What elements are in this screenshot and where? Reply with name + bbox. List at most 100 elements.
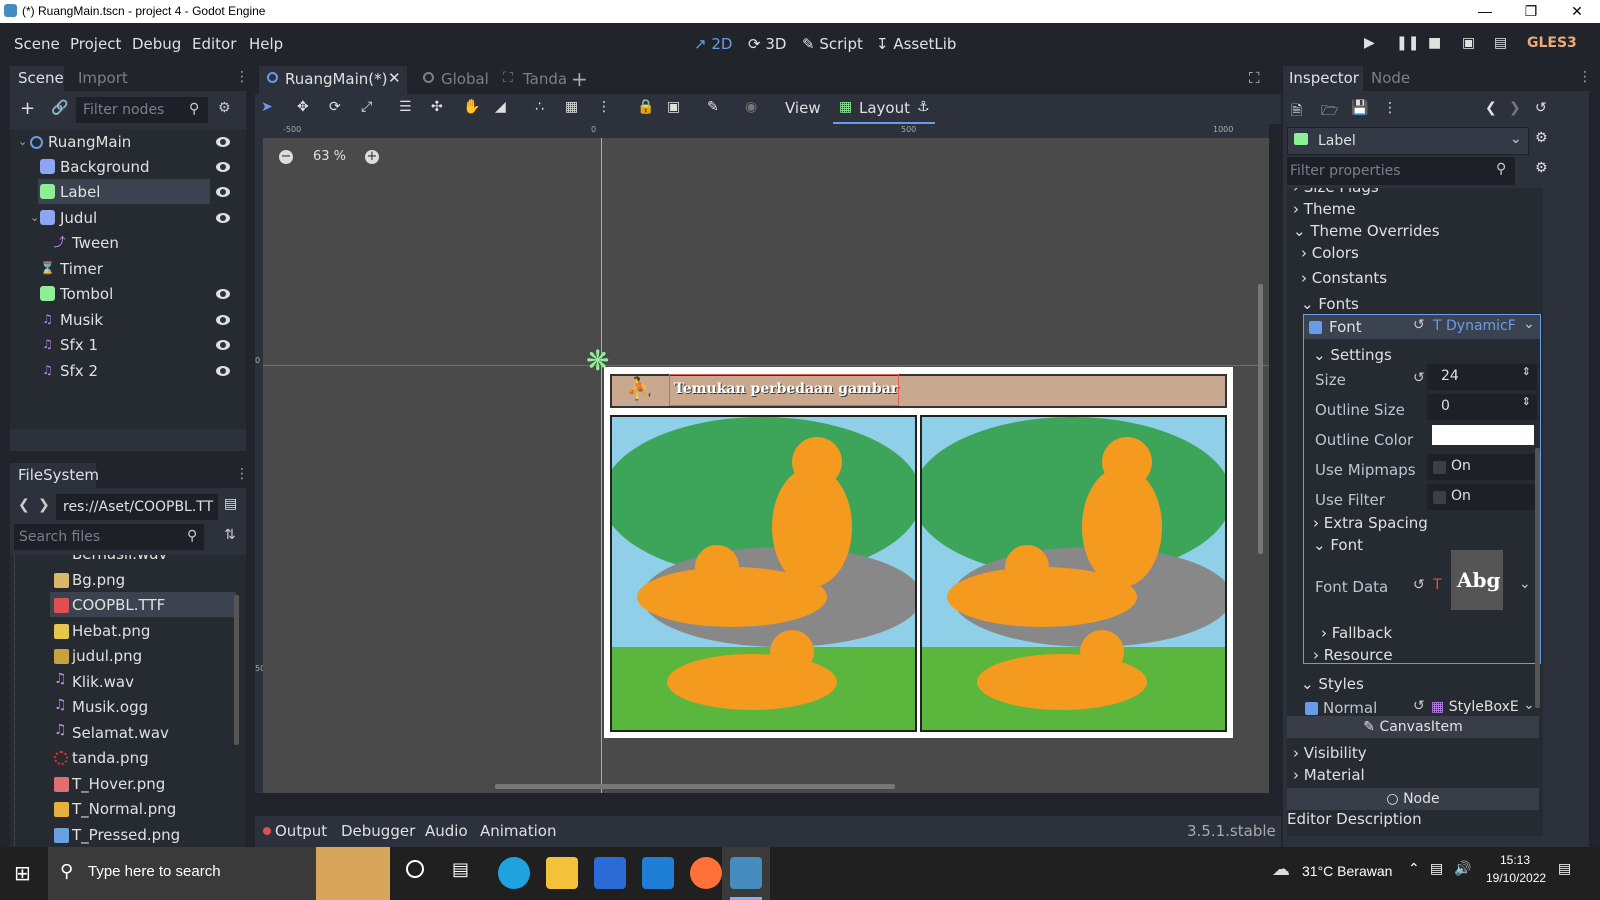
tree-node-musik[interactable]: ♫ Musik [10, 307, 240, 333]
tab-global[interactable]: Global [441, 70, 489, 88]
open-folder-icon[interactable]: 🗁 [1321, 100, 1338, 124]
play-scene-icon[interactable]: ▣ [1462, 35, 1475, 51]
section-theme[interactable]: › Theme [1293, 200, 1356, 218]
godot-taskbar-icon[interactable] [730, 857, 762, 889]
save-icon[interactable]: 💾 [1351, 100, 1368, 116]
object-settings-icon[interactable]: ⚙ [1535, 130, 1548, 146]
section-size-flags[interactable]: › Size Flags [1293, 188, 1379, 196]
taskbar-search-box[interactable]: ⚲ Type here to search [48, 847, 390, 900]
section-fallback[interactable]: › Fallback [1321, 624, 1392, 642]
visibility-eye-icon[interactable] [216, 213, 230, 223]
maximize-button[interactable]: ❐ [1508, 0, 1554, 23]
workspace-2d-button[interactable]: ↗ 2D [694, 35, 732, 53]
object-selector[interactable]: Label ⌄ [1287, 127, 1529, 155]
visibility-eye-icon[interactable] [216, 137, 230, 147]
search-files-input[interactable]: Search files ⚲ [14, 524, 204, 550]
tree-node-sfx2[interactable]: ♫ Sfx 2 [10, 358, 240, 384]
task-view-icon[interactable]: ▤ [452, 859, 469, 880]
dock-menu-icon[interactable]: ⋮ [1578, 69, 1592, 85]
visibility-eye-icon[interactable] [216, 162, 230, 172]
dock-menu-icon[interactable]: ⋮ [235, 69, 249, 85]
font-data-preview[interactable]: Abg [1451, 550, 1503, 610]
file-item[interactable]: Bg.png [72, 567, 246, 593]
more-icon[interactable]: ⋮ [1383, 100, 1397, 116]
store-icon[interactable] [594, 857, 626, 889]
section-constants[interactable]: › Constants [1301, 269, 1387, 287]
tree-node-sfx1[interactable]: ♫ Sfx 1 [10, 332, 240, 358]
pivot-tool-icon[interactable]: ✣ [431, 99, 443, 115]
use-mipmaps-toggle[interactable]: On [1427, 454, 1537, 480]
split-view-icon[interactable]: ▤ [224, 496, 237, 512]
file-item[interactable]: Musik.ogg [72, 694, 246, 720]
section-font[interactable]: ⌄ Font [1313, 536, 1363, 554]
lock-icon[interactable]: 🔒 [637, 99, 654, 115]
renderer-select[interactable]: GLES3 [1527, 35, 1577, 51]
scale-tool-icon[interactable]: ⤢ [361, 99, 372, 115]
tree-node-tween[interactable]: ⤴ Tween [10, 230, 240, 256]
chevron-down-icon[interactable]: ⌄ [1523, 316, 1535, 332]
workspace-script-button[interactable]: ✎ Script [802, 35, 863, 53]
font-override-checkbox[interactable] [1309, 321, 1322, 334]
clock-date[interactable]: 19/10/2022 [1486, 871, 1546, 885]
zoom-level[interactable]: 63 % [313, 149, 346, 164]
menu-project[interactable]: Project [70, 35, 121, 53]
tree-node-background[interactable]: Background [10, 154, 240, 180]
category-canvasitem[interactable]: ✎ CanvasItem [1287, 716, 1539, 738]
file-item[interactable]: tanda.png [72, 745, 246, 771]
select-tool-icon[interactable]: ➤ [261, 99, 273, 115]
tree-node-ruangmain[interactable]: ⌄ RuangMain [10, 129, 240, 155]
file-item[interactable]: judul.png [72, 643, 246, 669]
close-tab-icon[interactable]: ✕ [388, 69, 401, 87]
file-item[interactable]: T_Pressed.png [72, 822, 246, 848]
forward-icon[interactable]: ❯ [38, 497, 50, 513]
chevron-down-icon[interactable]: ⌄ [1523, 697, 1535, 713]
link-icon[interactable]: 🔗 [51, 100, 68, 116]
tab-debugger[interactable]: Debugger [341, 822, 415, 840]
ruler-tool-icon[interactable]: ◢ [495, 99, 506, 115]
snap-options-icon[interactable]: ⋮ [597, 99, 611, 115]
history-forward-icon[interactable]: ❯ [1509, 100, 1521, 116]
group-icon[interactable]: ▣ [667, 99, 680, 115]
view-menu[interactable]: View [785, 99, 821, 117]
instance-scene-icon[interactable]: ⚙ [218, 100, 231, 116]
section-fonts[interactable]: ⌄ Fonts [1301, 295, 1359, 313]
stylebox-picker[interactable]: ▦ StyleBoxE [1431, 699, 1519, 715]
add-tab-icon[interactable]: + [571, 67, 588, 91]
history-icon[interactable]: ↺ [1535, 100, 1547, 116]
scrollbar[interactable] [1535, 448, 1540, 708]
file-item[interactable]: T_Normal.png [72, 796, 246, 822]
weather-text[interactable]: 31°C Berawan [1302, 863, 1392, 879]
history-back-icon[interactable]: ❮ [1485, 100, 1497, 116]
font-resource-picker[interactable]: T DynamicF [1433, 318, 1516, 334]
fullscreen-icon[interactable]: ⛶ [1249, 69, 1260, 87]
tab-output[interactable]: Output [275, 822, 327, 840]
tab-animation[interactable]: Animation [480, 822, 556, 840]
normal-style-checkbox[interactable] [1305, 702, 1318, 715]
volume-icon[interactable]: 🔊 [1454, 861, 1471, 877]
play-icon[interactable]: ▶ [1364, 35, 1375, 51]
menu-help[interactable]: Help [249, 35, 283, 53]
category-node[interactable]: ○ Node [1287, 788, 1539, 810]
tree-node-tombol[interactable]: Tombol [10, 281, 240, 307]
menu-scene[interactable]: Scene [14, 35, 60, 53]
tab-filesystem[interactable]: FileSystem [18, 466, 99, 484]
minimize-button[interactable]: — [1462, 0, 1508, 23]
file-item[interactable]: T_Hover.png [72, 771, 246, 797]
sort-icon[interactable]: ⇅ [224, 527, 236, 543]
horizontal-scrollbar[interactable] [495, 784, 895, 789]
menu-debug[interactable]: Debug [132, 35, 181, 53]
file-item[interactable]: Berhasil.wav [72, 555, 246, 567]
close-window-button[interactable]: ✕ [1554, 0, 1600, 23]
anchor-icon[interactable]: ⚓ [917, 99, 930, 115]
visibility-eye-icon[interactable] [216, 366, 230, 376]
list-select-icon[interactable]: ☰ [399, 99, 412, 115]
workspace-3d-button[interactable]: ⟳ 3D [748, 35, 786, 53]
outline-size-spinbox[interactable]: 0 ⇕ [1427, 394, 1537, 420]
zoom-out-icon[interactable]: − [279, 150, 293, 164]
windows-start-icon[interactable]: ⊞ [14, 861, 31, 885]
visibility-eye-icon[interactable] [216, 315, 230, 325]
play-custom-scene-icon[interactable]: ▤ [1494, 35, 1507, 51]
camera-override-icon[interactable]: ◉ [745, 99, 757, 115]
section-resource[interactable]: › Resource [1313, 646, 1393, 664]
version-label[interactable]: 3.5.1.stable [1187, 822, 1276, 840]
